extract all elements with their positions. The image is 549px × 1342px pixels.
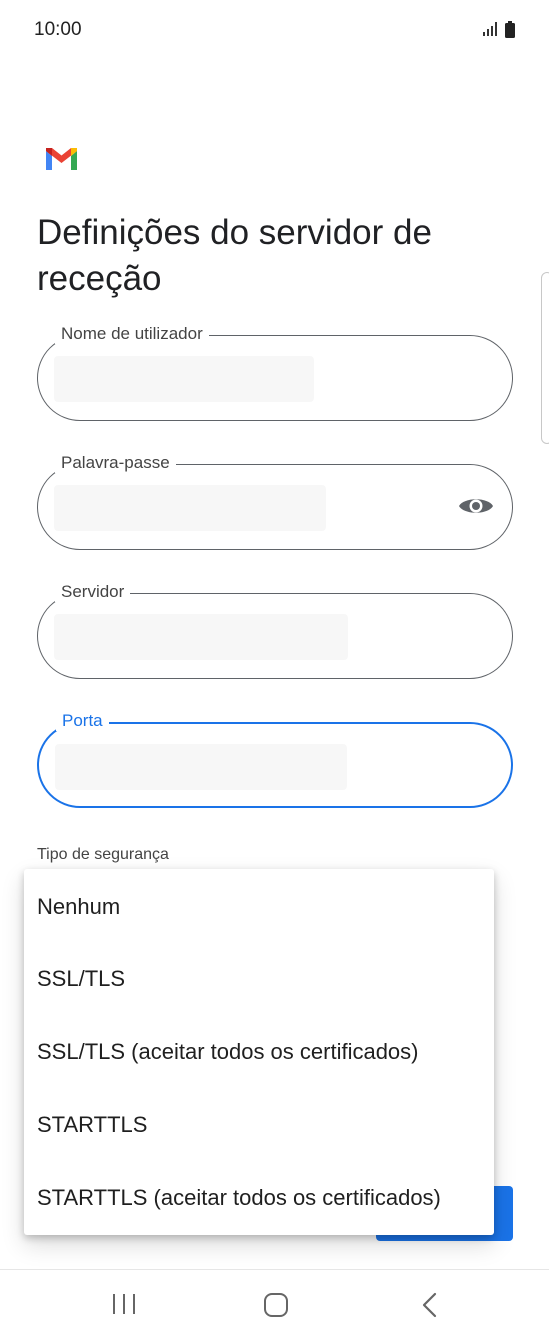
battery-icon <box>505 21 515 38</box>
menu-item-none[interactable]: Nenhum <box>24 871 494 943</box>
back-icon[interactable] <box>420 1292 438 1318</box>
port-label: Porta <box>56 711 109 731</box>
server-field[interactable]: Servidor <box>37 582 513 679</box>
page-title: Definições do servidor de receção <box>37 213 432 298</box>
port-value[interactable] <box>55 744 347 790</box>
password-value[interactable] <box>54 485 326 531</box>
menu-item-starttls-accept-all[interactable]: STARTTLS (aceitar todos os certificados) <box>24 1162 494 1234</box>
server-value[interactable] <box>54 614 348 660</box>
server-label: Servidor <box>55 582 131 602</box>
navigation-bar <box>0 1270 549 1342</box>
security-type-dropdown[interactable]: Nenhum SSL/TLS SSL/TLS (aceitar todos os… <box>24 869 494 1235</box>
menu-item-ssl-tls[interactable]: SSL/TLS <box>24 943 494 1015</box>
gmail-logo-icon <box>46 148 77 170</box>
port-field[interactable]: Porta <box>37 711 513 808</box>
username-field[interactable]: Nome de utilizador <box>37 324 513 421</box>
signal-icon <box>483 22 497 36</box>
security-type-label: Tipo de segurança <box>37 846 169 863</box>
recents-icon[interactable] <box>112 1292 136 1316</box>
scroll-indicator[interactable] <box>541 272 549 444</box>
password-label: Palavra-passe <box>55 453 176 473</box>
status-time: 10:00 <box>34 19 82 40</box>
password-field[interactable]: Palavra-passe <box>37 453 513 550</box>
home-icon[interactable] <box>263 1292 289 1318</box>
status-bar: 10:00 <box>0 0 549 60</box>
eye-icon[interactable] <box>458 494 494 518</box>
menu-item-starttls[interactable]: STARTTLS <box>24 1089 494 1161</box>
menu-item-ssl-tls-accept-all[interactable]: SSL/TLS (aceitar todos os certificados) <box>24 1016 494 1088</box>
username-label: Nome de utilizador <box>55 324 209 344</box>
username-value[interactable] <box>54 356 314 402</box>
